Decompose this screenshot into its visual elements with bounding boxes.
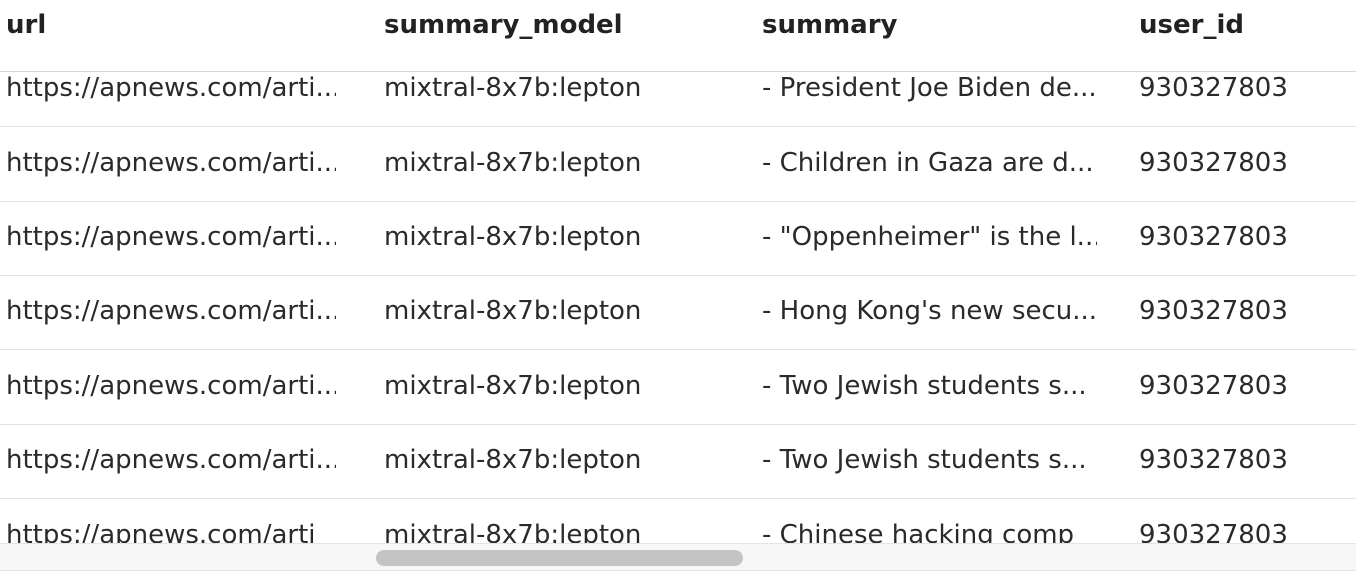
- cell-summary-model[interactable]: mixtral-8x7b:lepton: [384, 350, 724, 422]
- table-header: url summary_model summary user_id: [0, 0, 1356, 72]
- cell-summary[interactable]: - "Oppenheimer" is the l...: [762, 201, 1097, 273]
- data-table: url summary_model summary user_id https:…: [0, 0, 1356, 543]
- cell-url[interactable]: https://apnews.com/arti...: [6, 201, 336, 273]
- column-header-summary[interactable]: summary: [762, 0, 897, 50]
- cell-url[interactable]: https://apnews.com/arti...: [6, 350, 336, 422]
- cell-user-id[interactable]: 930327803: [1139, 424, 1349, 496]
- cell-url[interactable]: https://apnews.com/arti...: [6, 424, 336, 496]
- column-header-user-id[interactable]: user_id: [1139, 0, 1244, 50]
- cell-summary[interactable]: - Two Jewish students s...: [762, 424, 1097, 496]
- cell-user-id[interactable]: 930327803: [1139, 127, 1349, 199]
- table-row[interactable]: https://apnews.com/arti... mixtral-8x7b:…: [0, 350, 1356, 425]
- table-row[interactable]: https://apnews.com/arti... mixtral-8x7b:…: [0, 275, 1356, 350]
- column-header-summary-model[interactable]: summary_model: [384, 0, 623, 50]
- cell-user-id[interactable]: 930327803: [1139, 350, 1349, 422]
- cell-url[interactable]: https://apnews.com/arti...: [6, 127, 336, 199]
- cell-url[interactable]: https://apnews.com/arti...: [6, 275, 336, 347]
- cell-summary[interactable]: - Chinese hacking comp: [762, 499, 1097, 543]
- cell-summary-model[interactable]: mixtral-8x7b:lepton: [384, 127, 724, 199]
- table-body: https://apnews.com/arti... mixtral-8x7b:…: [0, 52, 1356, 543]
- cell-summary-model[interactable]: mixtral-8x7b:lepton: [384, 201, 724, 273]
- cell-user-id[interactable]: 930327803: [1139, 275, 1349, 347]
- table-row[interactable]: https://apnews.com/arti... mixtral-8x7b:…: [0, 127, 1356, 202]
- table-row[interactable]: https://apnews.com/arti... mixtral-8x7b:…: [0, 424, 1356, 499]
- cell-summary[interactable]: - Children in Gaza are d...: [762, 127, 1097, 199]
- cell-user-id[interactable]: 930327803: [1139, 201, 1349, 273]
- column-header-url[interactable]: url: [6, 0, 46, 50]
- cell-summary-model[interactable]: mixtral-8x7b:lepton: [384, 275, 724, 347]
- cell-url[interactable]: https://apnews.com/arti: [6, 499, 336, 543]
- table-row[interactable]: https://apnews.com/arti mixtral-8x7b:lep…: [0, 499, 1356, 543]
- table-row[interactable]: https://apnews.com/arti... mixtral-8x7b:…: [0, 201, 1356, 276]
- scrollbar-thumb[interactable]: [376, 550, 743, 566]
- cell-summary[interactable]: - Hong Kong's new secu...: [762, 275, 1097, 347]
- cell-user-id[interactable]: 930327803: [1139, 499, 1349, 543]
- cell-summary[interactable]: - Two Jewish students s...: [762, 350, 1097, 422]
- horizontal-scrollbar[interactable]: [0, 543, 1356, 571]
- cell-summary-model[interactable]: mixtral-8x7b:lepton: [384, 499, 724, 543]
- cell-summary-model[interactable]: mixtral-8x7b:lepton: [384, 424, 724, 496]
